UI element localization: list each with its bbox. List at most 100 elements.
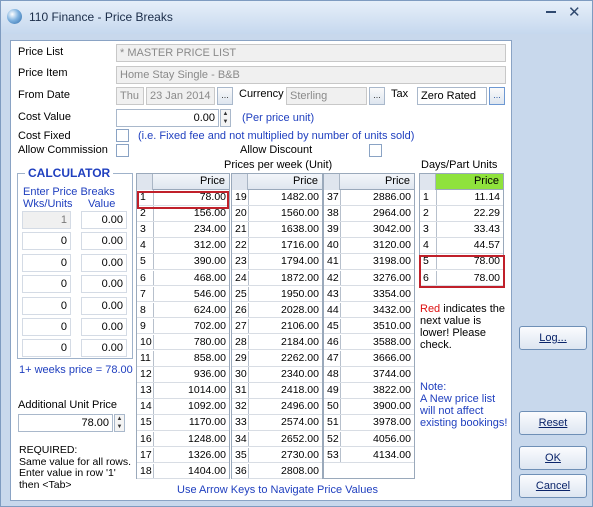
price-cell[interactable]: 2184.00 xyxy=(281,335,319,350)
grid-row[interactable]: 12 936.00 xyxy=(137,367,229,383)
grid-row[interactable]: 26 2028.00 xyxy=(232,302,322,319)
spin-up-icon[interactable]: ▲ xyxy=(221,110,230,118)
grid-row[interactable]: 37 2886.00 xyxy=(324,190,414,206)
wks-units-input[interactable]: 1 xyxy=(22,211,71,229)
price-cell[interactable]: 3744.00 xyxy=(373,367,411,382)
value-input[interactable]: 0.00 xyxy=(81,253,127,272)
grid-row[interactable]: 27 2106.00 xyxy=(232,318,322,335)
grid-row[interactable]: 10 780.00 xyxy=(137,334,229,351)
grid-row[interactable]: 41 3198.00 xyxy=(324,254,414,270)
price-cell[interactable]: 3042.00 xyxy=(373,222,411,237)
value-input[interactable]: 0.00 xyxy=(81,339,127,358)
spin-down-icon[interactable]: ▼ xyxy=(115,423,124,431)
wks-units-input[interactable]: 0 xyxy=(22,296,71,315)
grid-row[interactable]: 53 4134.00 xyxy=(324,447,414,464)
price-cell[interactable]: 1638.00 xyxy=(281,222,319,237)
grid-row[interactable]: 4 44.57 xyxy=(420,238,503,254)
grid-row[interactable]: 17 1326.00 xyxy=(137,447,229,464)
value-input[interactable]: 0.00 xyxy=(81,296,127,315)
price-cell[interactable]: 1560.00 xyxy=(281,206,319,221)
grid-row[interactable]: 38 2964.00 xyxy=(324,206,414,222)
grid-row[interactable]: 1 11.14 xyxy=(420,190,503,206)
grid-row[interactable]: 3 234.00 xyxy=(137,222,229,238)
grid-row[interactable]: 15 1170.00 xyxy=(137,415,229,431)
price-cell[interactable]: 2418.00 xyxy=(281,383,319,398)
grid-row[interactable]: 31 2418.00 xyxy=(232,383,322,399)
price-cell[interactable]: 1950.00 xyxy=(281,287,319,302)
price-cell[interactable]: 858.00 xyxy=(194,351,226,366)
grid-row[interactable]: 43 3354.00 xyxy=(324,286,414,303)
price-cell[interactable]: 44.57 xyxy=(474,238,500,253)
price-cell[interactable]: 2028.00 xyxy=(281,303,319,318)
grid-row[interactable]: 24 1872.00 xyxy=(232,270,322,287)
price-cell[interactable]: 2106.00 xyxy=(281,319,319,334)
price-cell[interactable]: 1248.00 xyxy=(188,432,226,447)
grid-row[interactable]: 35 2730.00 xyxy=(232,447,322,464)
price-cell[interactable]: 2964.00 xyxy=(373,206,411,221)
price-cell[interactable]: 1482.00 xyxy=(281,190,319,205)
grid-row[interactable]: 44 3432.00 xyxy=(324,302,414,319)
cost-value-input[interactable]: 0.00 xyxy=(116,109,219,127)
grid-row[interactable]: 36 2808.00 xyxy=(232,463,322,480)
price-cell[interactable]: 3432.00 xyxy=(373,303,411,318)
price-cell[interactable]: 22.29 xyxy=(474,206,500,221)
grid-row[interactable]: 45 3510.00 xyxy=(324,318,414,335)
price-cell[interactable]: 3120.00 xyxy=(373,238,411,253)
grid-row[interactable]: 33 2574.00 xyxy=(232,415,322,431)
prices-week-grid-1[interactable]: Price 1 78.00 2 156.00 3 234.00 4 312.00 5 390.00… xyxy=(136,173,230,480)
price-cell[interactable]: 3588.00 xyxy=(373,335,411,350)
log-button[interactable]: Log... xyxy=(519,326,587,350)
additional-unit-price-spinner[interactable]: ▲ ▼ xyxy=(114,414,125,432)
grid-row[interactable]: 32 2496.00 xyxy=(232,399,322,415)
price-cell[interactable]: 33.43 xyxy=(474,222,500,237)
additional-unit-price-input[interactable]: 78.00 xyxy=(18,414,113,432)
grid-row[interactable]: 13 1014.00 xyxy=(137,383,229,399)
grid-row[interactable]: 28 2184.00 xyxy=(232,334,322,351)
grid-row[interactable]: 34 2652.00 xyxy=(232,431,322,448)
price-cell[interactable]: 2262.00 xyxy=(281,351,319,366)
price-cell[interactable]: 1326.00 xyxy=(188,448,226,463)
allow-discount-checkbox[interactable] xyxy=(369,144,382,157)
value-input[interactable]: 0.00 xyxy=(81,232,127,251)
price-cell[interactable]: 3978.00 xyxy=(373,415,411,430)
ok-button[interactable]: OK xyxy=(519,446,587,470)
price-cell[interactable]: 11.14 xyxy=(475,190,501,205)
price-cell[interactable]: 1170.00 xyxy=(189,415,226,430)
grid-row[interactable]: 18 1404.00 xyxy=(137,463,229,480)
grid-row[interactable]: 1 78.00 xyxy=(137,190,229,206)
wks-units-input[interactable]: 0 xyxy=(22,275,71,294)
price-cell[interactable]: 3822.00 xyxy=(373,383,411,398)
price-cell[interactable]: 1872.00 xyxy=(281,271,319,286)
grid-row[interactable]: 47 3666.00 xyxy=(324,351,414,367)
grid-row[interactable]: 22 1716.00 xyxy=(232,238,322,254)
wks-units-input[interactable]: 0 xyxy=(22,253,71,272)
price-cell[interactable]: 2730.00 xyxy=(281,448,319,463)
price-cell[interactable]: 390.00 xyxy=(194,254,226,269)
grid-row[interactable]: 7 546.00 xyxy=(137,286,229,303)
value-input[interactable]: 0.00 xyxy=(81,275,127,294)
grid-row[interactable]: 4 312.00 xyxy=(137,238,229,254)
price-cell[interactable]: 702.00 xyxy=(194,319,226,334)
wks-units-input[interactable]: 0 xyxy=(22,318,71,336)
price-cell[interactable]: 1794.00 xyxy=(281,254,319,269)
minimize-icon[interactable] xyxy=(546,5,556,13)
grid-row[interactable]: 11 858.00 xyxy=(137,351,229,367)
grid-row[interactable]: 5 78.00 xyxy=(420,254,503,270)
price-cell[interactable]: 936.00 xyxy=(194,367,226,382)
cancel-button[interactable]: Cancel xyxy=(519,474,587,498)
price-cell[interactable]: 468.00 xyxy=(194,271,226,286)
grid-row[interactable]: 23 1794.00 xyxy=(232,254,322,270)
grid-row[interactable]: 42 3276.00 xyxy=(324,270,414,287)
price-cell[interactable]: 2652.00 xyxy=(281,432,319,447)
from-date-picker-button[interactable]: ... xyxy=(217,87,233,105)
price-cell[interactable]: 4134.00 xyxy=(373,448,411,463)
price-cell[interactable]: 78.00 xyxy=(474,271,500,286)
price-cell[interactable]: 2886.00 xyxy=(373,190,411,205)
grid-row[interactable]: 14 1092.00 xyxy=(137,399,229,415)
price-cell[interactable]: 78.00 xyxy=(474,254,500,269)
cost-value-spinner[interactable]: ▲ ▼ xyxy=(220,109,231,127)
price-cell[interactable]: 1404.00 xyxy=(188,464,226,479)
tax-field[interactable]: Zero Rated xyxy=(417,87,487,105)
grid-row[interactable]: 5 390.00 xyxy=(137,254,229,270)
grid-row[interactable]: 6 78.00 xyxy=(420,270,503,287)
